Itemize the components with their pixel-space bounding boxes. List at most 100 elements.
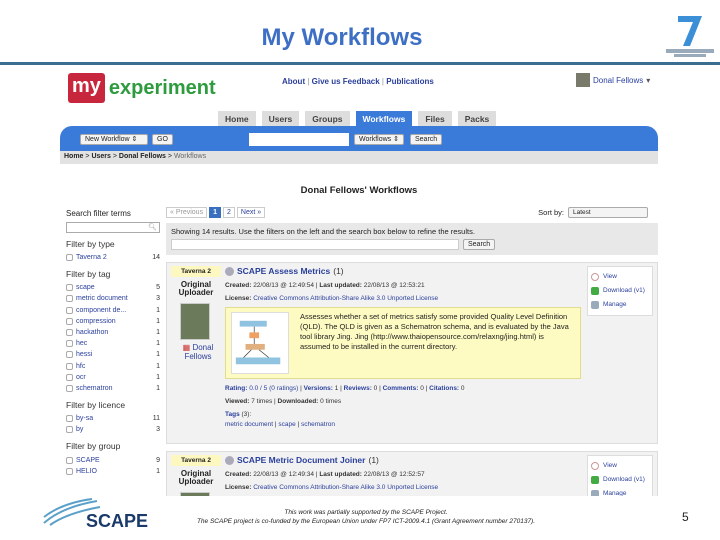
- filter-checkbox[interactable]: [66, 426, 73, 434]
- magnifier-icon: [591, 273, 599, 281]
- page-1[interactable]: 1: [209, 207, 221, 218]
- filter-checkbox[interactable]: [66, 254, 73, 262]
- filter-item[interactable]: component de... 1: [66, 305, 160, 316]
- filter-checkbox[interactable]: [66, 456, 73, 464]
- manage-action[interactable]: Manage: [591, 487, 649, 496]
- filter-item[interactable]: hfc 1: [66, 361, 160, 372]
- tab-workflows[interactable]: Workflows: [355, 111, 413, 126]
- feedback-link[interactable]: Give us Feedback: [312, 77, 380, 86]
- filter-count: 14: [152, 254, 160, 262]
- filter-item[interactable]: HELIO 1: [66, 466, 160, 477]
- workflow-card: Taverna 2 Original Uploader SCAPE Metric…: [166, 451, 658, 496]
- filter-item[interactable]: hackathon 1: [66, 327, 160, 338]
- filter-group-title: Filter by group: [66, 441, 121, 452]
- user-menu[interactable]: Donal Fellows ▾: [576, 73, 650, 87]
- filter-item[interactable]: hessi 1: [66, 349, 160, 360]
- site-search-input[interactable]: [249, 133, 349, 146]
- filter-label: ocr: [76, 373, 86, 381]
- tab-files[interactable]: Files: [418, 111, 452, 126]
- workflow-count: (1): [368, 455, 379, 465]
- crumb-home[interactable]: Home: [64, 153, 83, 160]
- filter-item[interactable]: compression 1: [66, 316, 160, 327]
- publications-link[interactable]: Publications: [386, 77, 434, 86]
- filter-checkbox[interactable]: [66, 373, 73, 381]
- filter-count: 1: [156, 340, 160, 348]
- filter-count: 1: [156, 351, 160, 359]
- uploader-label: Original Uploader: [178, 280, 214, 297]
- page-2[interactable]: 2: [222, 207, 235, 218]
- next-page[interactable]: Next »: [236, 207, 266, 218]
- created-value: 22/08/13 @ 12:49:34: [253, 471, 315, 478]
- filter-checkbox[interactable]: [66, 384, 73, 392]
- refine-search-button[interactable]: Search: [463, 239, 496, 250]
- filter-label: hec: [76, 340, 88, 348]
- download-action[interactable]: Download (v1): [591, 284, 649, 298]
- manage-action[interactable]: Manage: [591, 298, 649, 312]
- download-label: Download (v1): [603, 287, 645, 294]
- filter-count: 3: [156, 426, 160, 434]
- filter-item[interactable]: schematron 1: [66, 383, 160, 394]
- myexperiment-logo[interactable]: my experiment: [68, 73, 216, 103]
- uploader-link[interactable]: ▦ Donal Fellows: [175, 343, 221, 361]
- filter-label: Taverna 2: [76, 254, 107, 262]
- filter-label: by-sa: [76, 415, 94, 423]
- filter-item[interactable]: metric document 3: [66, 293, 160, 304]
- filter-item[interactable]: SCAPE 9: [66, 454, 160, 465]
- filter-item[interactable]: ocr 1: [66, 372, 160, 383]
- new-select[interactable]: New Workflow ⇕: [80, 134, 148, 145]
- filter-item[interactable]: by 3: [66, 424, 160, 435]
- go-button[interactable]: GO: [152, 134, 173, 145]
- filter-count: 1: [156, 467, 160, 475]
- license-label: License:: [225, 295, 252, 302]
- uploader-photo[interactable]: [180, 492, 210, 496]
- license-link[interactable]: Creative Commons Attribution-Share Alike…: [253, 484, 438, 491]
- crumb-user[interactable]: Donal Fellows: [119, 153, 166, 160]
- tag-link[interactable]: schematron: [301, 421, 335, 428]
- refine-search-input[interactable]: [171, 239, 459, 250]
- filter-checkbox[interactable]: [66, 340, 73, 348]
- filter-checkbox[interactable]: [66, 362, 73, 370]
- view-action[interactable]: View: [591, 270, 649, 284]
- tab-users[interactable]: Users: [261, 111, 300, 126]
- breadcrumb: Home > Users > Donal Fellows > Workflows: [60, 151, 658, 164]
- download-action[interactable]: Download (v1): [591, 473, 649, 487]
- filter-item[interactable]: by-sa 11: [66, 413, 160, 424]
- filter-search-input[interactable]: 🔍︎: [66, 222, 160, 233]
- tab-home[interactable]: Home: [218, 111, 256, 126]
- sort-select[interactable]: Latest: [568, 207, 648, 218]
- filter-checkbox[interactable]: [66, 415, 73, 423]
- workflow-title[interactable]: SCAPE Assess Metrics: [237, 266, 330, 276]
- filter-checkbox[interactable]: [66, 317, 73, 325]
- filter-checkbox[interactable]: [66, 351, 73, 359]
- uploader-photo[interactable]: [180, 303, 210, 340]
- site-search-button[interactable]: Search: [410, 134, 443, 145]
- view-label: View: [603, 273, 617, 280]
- search-scope-select[interactable]: Workflows ⇕: [354, 134, 404, 145]
- updated-value: 22/08/13 @ 12:52:57: [363, 471, 425, 478]
- rating-value[interactable]: 0.0 / 5 (0 ratings): [249, 385, 298, 392]
- filter-sidebar: Search filter terms 🔍︎ Filter by type Tav…: [66, 209, 160, 477]
- results-count-text: Showing 14 results. Use the filters on t…: [171, 227, 475, 236]
- view-action[interactable]: View: [591, 459, 649, 473]
- tag-link[interactable]: metric document: [225, 421, 273, 428]
- workflow-actions: View Download (v1) Manage: [587, 455, 653, 496]
- filter-item[interactable]: Taverna 2 14: [66, 252, 160, 263]
- about-link[interactable]: About: [282, 77, 305, 86]
- workflow-actions: View Download (v1) Manage: [587, 266, 653, 316]
- filter-item[interactable]: hec 1: [66, 338, 160, 349]
- license-link[interactable]: Creative Commons Attribution-Share Alike…: [253, 295, 438, 302]
- workflow-title[interactable]: SCAPE Metric Document Joiner: [237, 455, 365, 465]
- filter-checkbox[interactable]: [66, 306, 73, 314]
- filter-checkbox[interactable]: [66, 329, 73, 337]
- tab-packs[interactable]: Packs: [457, 111, 497, 126]
- filter-item[interactable]: scape 5: [66, 282, 160, 293]
- crumb-users[interactable]: Users: [91, 153, 110, 160]
- filter-checkbox[interactable]: [66, 284, 73, 292]
- filter-checkbox[interactable]: [66, 467, 73, 475]
- prev-page: « Previous: [166, 207, 208, 218]
- scape-logo-text: SCAPE: [86, 511, 149, 531]
- filter-checkbox[interactable]: [66, 295, 73, 303]
- workflow-diagram-thumbnail[interactable]: [231, 312, 289, 374]
- tab-groups[interactable]: Groups: [305, 111, 350, 126]
- tag-link[interactable]: scape: [278, 421, 295, 428]
